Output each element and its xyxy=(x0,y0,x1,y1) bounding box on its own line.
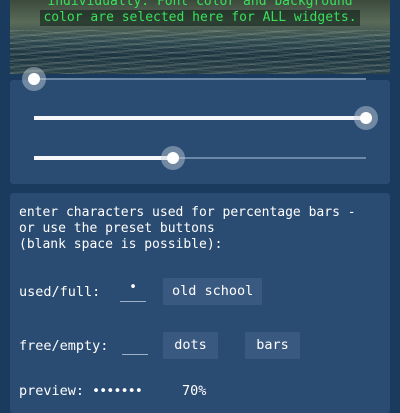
slider-2[interactable] xyxy=(34,103,378,133)
free-empty-label: free/empty: xyxy=(19,338,109,354)
dots-button[interactable]: dots xyxy=(163,332,218,359)
percentage-bars-description: enter characters used for percentage bar… xyxy=(19,205,356,252)
caption-line-1: individually. Font color and background xyxy=(47,0,353,9)
preview-bar: ••••••• xyxy=(92,383,143,399)
slider-thumb[interactable] xyxy=(161,146,186,170)
slider-1[interactable] xyxy=(22,64,366,94)
slider-thumb[interactable] xyxy=(354,106,378,130)
slider-fill xyxy=(34,116,366,120)
preview-percent: 70% xyxy=(182,383,207,399)
old-school-button[interactable]: old school xyxy=(163,278,263,305)
used-full-label: used/full: xyxy=(19,284,101,300)
slider-track xyxy=(34,78,366,80)
free-empty-char-field[interactable] xyxy=(122,336,148,355)
percentage-bars-card: enter characters used for percentage bar… xyxy=(10,193,390,413)
slider-thumb[interactable] xyxy=(22,67,46,91)
preview-label: preview: xyxy=(19,383,85,399)
bars-button[interactable]: bars xyxy=(245,332,300,359)
slider-3[interactable] xyxy=(34,143,366,173)
slider-fill xyxy=(34,156,174,160)
caption-line-2: color are selected here for ALL widgets. xyxy=(40,10,360,26)
used-full-char-field[interactable]: • xyxy=(120,281,146,302)
header-image: individually. Font color and background … xyxy=(10,0,390,74)
slider-card xyxy=(10,67,390,184)
